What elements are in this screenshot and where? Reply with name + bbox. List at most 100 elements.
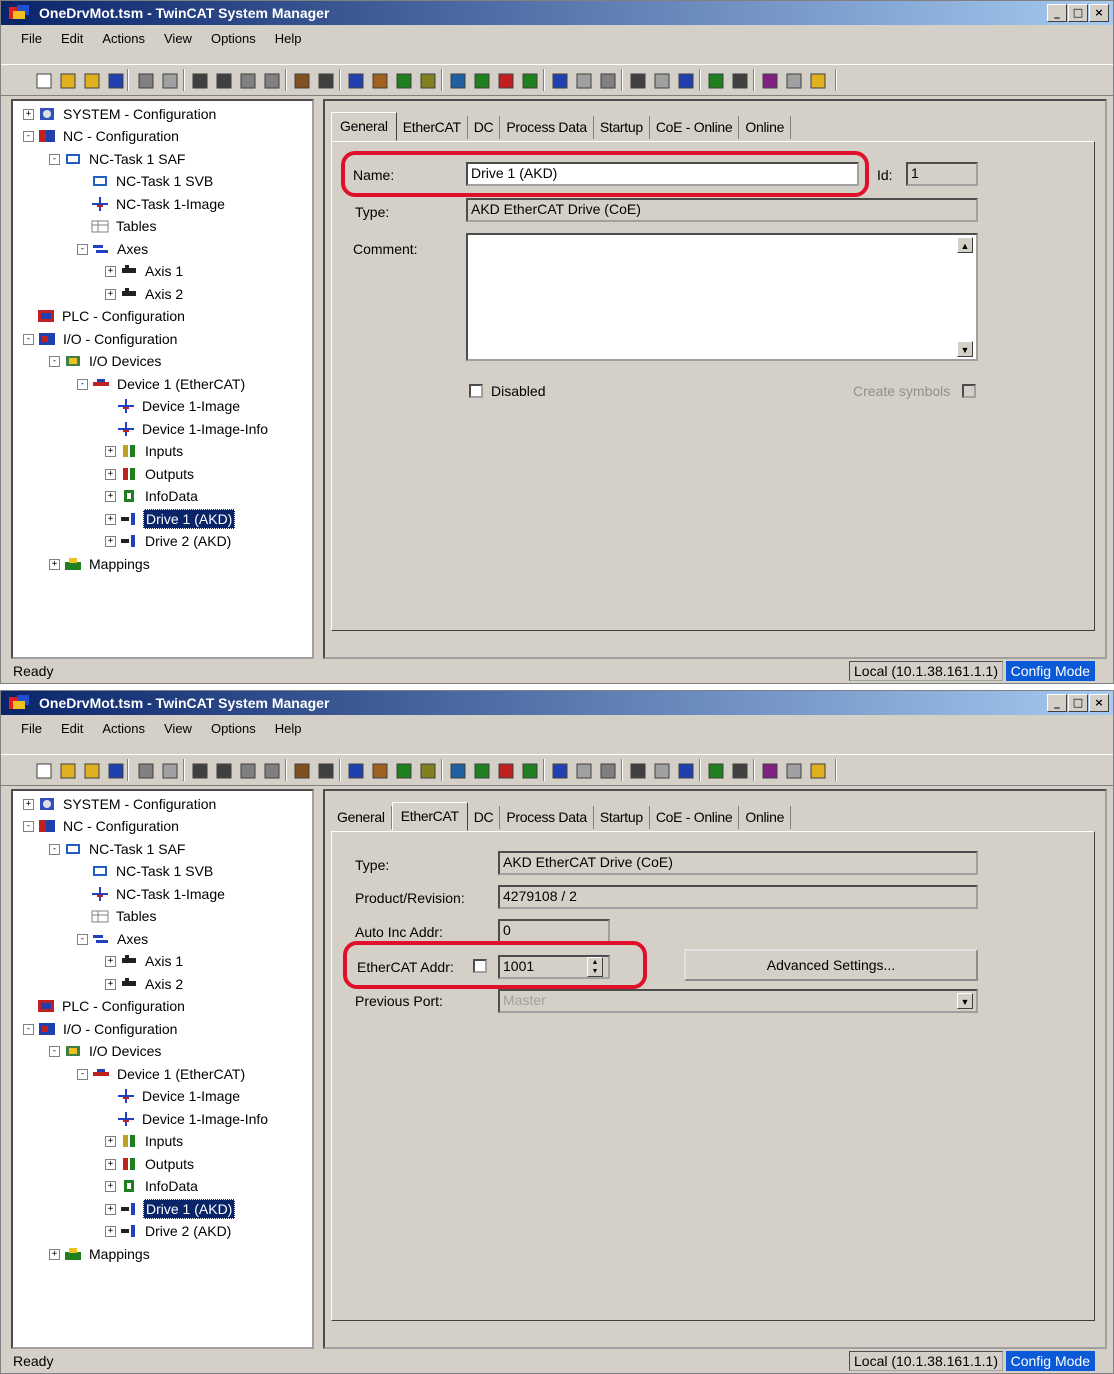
menu-options[interactable]: Options <box>199 717 263 739</box>
tree-node-drive-2[interactable]: + Drive 2 (AKD) <box>105 1221 233 1241</box>
menu-options[interactable]: Options <box>199 27 263 49</box>
print-icon[interactable] <box>137 72 155 90</box>
config-mode-icon[interactable] <box>497 72 515 90</box>
zoom-icon[interactable] <box>629 762 647 780</box>
expand-icon[interactable]: + <box>105 1203 116 1215</box>
expand-icon[interactable]: + <box>105 1158 116 1170</box>
tree-node-nc-task-svb[interactable]: NC-Task 1 SVB <box>91 171 215 191</box>
online-icon[interactable] <box>575 72 593 90</box>
release-icon[interactable] <box>761 72 779 90</box>
tree-node-nc-task-saf[interactable]: - NC-Task 1 SAF <box>49 839 187 859</box>
tab-ethercat[interactable]: EtherCAT <box>391 802 468 831</box>
menu-edit[interactable]: Edit <box>49 717 90 739</box>
check-configuration-icon[interactable] <box>395 762 413 780</box>
force-icon[interactable] <box>731 762 749 780</box>
menu-edit[interactable]: Edit <box>49 27 90 49</box>
open-icon[interactable] <box>59 72 77 90</box>
tab-general[interactable]: General <box>331 806 392 829</box>
previous-port-select[interactable]: Master <box>498 989 978 1013</box>
replace-icon[interactable] <box>317 72 335 90</box>
tree-node-tables[interactable]: Tables <box>91 216 158 236</box>
open-remote-icon[interactable] <box>83 762 101 780</box>
display-icon[interactable] <box>347 72 365 90</box>
menu-file[interactable]: File <box>1 717 49 739</box>
collapse-icon[interactable]: - <box>23 1023 34 1035</box>
tree-node-axes[interactable]: - Axes <box>77 239 150 259</box>
tab-general[interactable]: General <box>331 112 397 141</box>
tree-node-device-1-image[interactable]: Device 1-Image <box>117 1086 242 1106</box>
status-mode-badge[interactable]: Config Mode <box>1005 1351 1095 1371</box>
tree-node-device-1-image-info[interactable]: Device 1-Image-Info <box>117 1109 270 1129</box>
expand-icon[interactable]: + <box>105 955 116 967</box>
expand-icon[interactable]: + <box>105 445 116 457</box>
menu-actions[interactable]: Actions <box>90 717 152 739</box>
paste-with-links-icon[interactable] <box>263 72 281 90</box>
print-icon[interactable] <box>137 762 155 780</box>
expand-icon[interactable]: + <box>105 490 116 502</box>
tree-node-nc-task-image[interactable]: NC-Task 1-Image <box>91 194 227 214</box>
tree-node-outputs[interactable]: + Outputs <box>105 464 196 484</box>
collapse-icon[interactable]: - <box>77 1068 88 1080</box>
watch-icon[interactable] <box>653 72 671 90</box>
tree-node-system-config[interactable]: + SYSTEM - Configuration <box>23 794 218 814</box>
choose-target-icon[interactable] <box>521 762 539 780</box>
tree-node-axis-2[interactable]: + Axis 2 <box>105 974 185 994</box>
chevron-down-icon[interactable]: ▼ <box>957 993 973 1009</box>
check-configuration-icon[interactable] <box>395 72 413 90</box>
tree-node-io-devices[interactable]: - I/O Devices <box>49 351 163 371</box>
expand-icon[interactable]: + <box>49 1248 60 1260</box>
tab-coe-online[interactable]: CoE - Online <box>650 806 740 829</box>
tree-node-tables[interactable]: Tables <box>91 906 158 926</box>
set-run-mode-icon[interactable] <box>473 762 491 780</box>
scan-devices-icon[interactable] <box>551 762 569 780</box>
find-icon[interactable] <box>293 72 311 90</box>
menu-actions[interactable]: Actions <box>90 27 152 49</box>
collapse-icon[interactable]: - <box>77 243 88 255</box>
online-icon[interactable] <box>575 762 593 780</box>
tab-process-data[interactable]: Process Data <box>500 116 594 139</box>
new-icon[interactable] <box>35 762 53 780</box>
expand-icon[interactable]: + <box>105 535 116 547</box>
restart-icon[interactable] <box>449 72 467 90</box>
set-run-mode-icon[interactable] <box>473 72 491 90</box>
info-icon[interactable] <box>785 72 803 90</box>
tree-node-nc-task-image[interactable]: NC-Task 1-Image <box>91 884 227 904</box>
toggle-view-icon[interactable] <box>599 72 617 90</box>
tree-node-nc-config[interactable]: - NC - Configuration <box>23 126 181 146</box>
tree-node-inputs[interactable]: + Inputs <box>105 441 185 461</box>
release-icon[interactable] <box>761 762 779 780</box>
tab-startup[interactable]: Startup <box>594 806 650 829</box>
comment-textarea[interactable] <box>466 233 978 361</box>
collapse-icon[interactable]: - <box>77 378 88 390</box>
status-mode-badge[interactable]: Config Mode <box>1005 661 1095 681</box>
tree-node-outputs[interactable]: + Outputs <box>105 1154 196 1174</box>
collapse-icon[interactable]: - <box>49 355 60 367</box>
cut-icon[interactable] <box>191 72 209 90</box>
collapse-icon[interactable]: - <box>23 130 34 142</box>
tree-node-mappings[interactable]: + Mappings <box>49 554 152 574</box>
replace-icon[interactable] <box>317 762 335 780</box>
tab-coe-online[interactable]: CoE - Online <box>650 116 740 139</box>
freerun-icon[interactable] <box>677 72 695 90</box>
generate-mappings-icon[interactable] <box>371 72 389 90</box>
scan-devices-icon[interactable] <box>551 72 569 90</box>
expand-icon[interactable]: + <box>23 798 34 810</box>
toggle-view-icon[interactable] <box>599 762 617 780</box>
tree-node-nc-task-saf[interactable]: - NC-Task 1 SAF <box>49 149 187 169</box>
tab-process-data[interactable]: Process Data <box>500 806 594 829</box>
save-icon[interactable] <box>107 762 125 780</box>
tab-startup[interactable]: Startup <box>594 116 650 139</box>
close-button[interactable]: × <box>1089 4 1109 22</box>
expand-icon[interactable]: + <box>105 1135 116 1147</box>
menu-view[interactable]: View <box>152 717 199 739</box>
tree-node-device-1[interactable]: - Device 1 (EtherCAT) <box>77 1064 247 1084</box>
advanced-settings-button[interactable]: Advanced Settings... <box>684 949 978 981</box>
zoom-icon[interactable] <box>629 72 647 90</box>
tree-node-axis-2[interactable]: + Axis 2 <box>105 284 185 304</box>
expand-icon[interactable]: + <box>23 108 34 120</box>
config-mode-icon[interactable] <box>497 762 515 780</box>
expand-icon[interactable]: + <box>105 1225 116 1237</box>
tree-node-device-1-image[interactable]: Device 1-Image <box>117 396 242 416</box>
generate-mappings-icon[interactable] <box>371 762 389 780</box>
expand-icon[interactable]: + <box>49 558 60 570</box>
